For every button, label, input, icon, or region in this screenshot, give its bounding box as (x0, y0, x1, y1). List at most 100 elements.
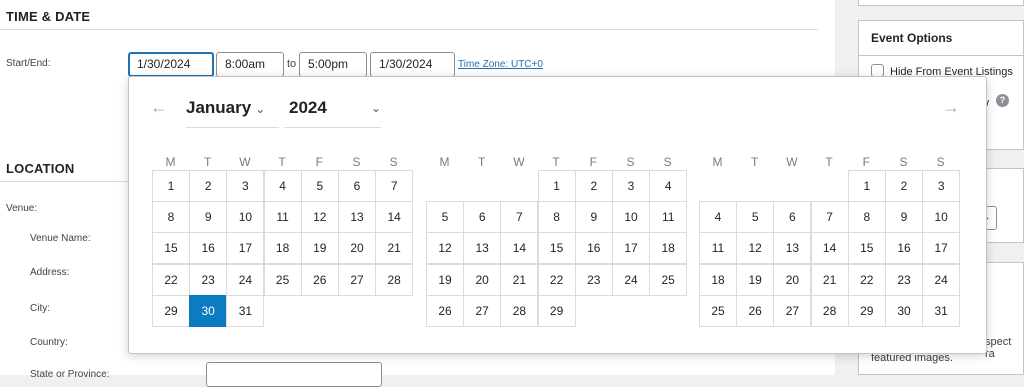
calendar-day[interactable]: 14 (810, 232, 849, 265)
calendar-day[interactable]: 18 (699, 263, 737, 296)
calendar-day[interactable]: 28 (375, 263, 414, 296)
calendar-day[interactable]: 22 (537, 263, 576, 296)
calendar-day[interactable]: 1 (847, 170, 886, 202)
calendar-day[interactable]: 8 (537, 201, 576, 234)
calendar-day[interactable]: 15 (537, 232, 576, 265)
calendar-day[interactable]: 30 (885, 294, 923, 327)
calendar-day[interactable]: 29 (847, 294, 886, 327)
calendar-day[interactable]: 16 (574, 232, 613, 265)
calendar-day[interactable]: 20 (773, 263, 812, 296)
calendar-day[interactable]: 16 (885, 232, 923, 265)
calendar-day[interactable]: 28 (810, 294, 849, 327)
calendar-day[interactable]: 10 (922, 201, 961, 234)
calendar-day[interactable]: 4 (649, 170, 688, 202)
calendar-day[interactable]: 23 (189, 263, 228, 296)
calendar-day[interactable]: 13 (338, 201, 376, 234)
calendar-day[interactable]: 30 (189, 294, 228, 327)
calendar-day[interactable]: 24 (226, 263, 265, 296)
start-date-input[interactable]: 1/30/2024 (128, 52, 214, 77)
calendar-day[interactable]: 8 (152, 201, 190, 234)
calendar-day[interactable]: 21 (500, 263, 539, 296)
calendar-day[interactable]: 14 (375, 201, 414, 234)
calendar-day[interactable]: 17 (922, 232, 961, 265)
calendar-day[interactable]: 26 (300, 263, 339, 296)
calendar-day[interactable]: 16 (189, 232, 228, 265)
calendar-day[interactable]: 10 (612, 201, 650, 234)
calendar-day[interactable]: 21 (375, 232, 414, 265)
calendar-day[interactable]: 27 (463, 294, 502, 327)
calendar-day[interactable]: 23 (885, 263, 923, 296)
start-time-input[interactable]: 8:00am (216, 52, 284, 77)
calendar-day[interactable]: 26 (736, 294, 775, 327)
next-month-button[interactable]: → (942, 97, 960, 118)
calendar-day[interactable]: 31 (922, 294, 961, 327)
year-select[interactable]: 2024 ⌄ (289, 98, 381, 118)
calendar-day[interactable]: 22 (847, 263, 886, 296)
calendar-day[interactable]: 12 (426, 232, 464, 265)
calendar-day[interactable]: 4 (263, 170, 302, 202)
calendar-day[interactable]: 13 (463, 232, 502, 265)
calendar-day[interactable]: 2 (574, 170, 613, 202)
calendar-day[interactable]: 7 (810, 201, 849, 234)
calendar-day[interactable]: 19 (300, 232, 339, 265)
prev-month-button[interactable]: ← (150, 97, 168, 118)
calendar-day[interactable]: 11 (263, 201, 302, 234)
calendar-day[interactable]: 22 (152, 263, 190, 296)
calendar-day[interactable]: 17 (612, 232, 650, 265)
calendar-day[interactable]: 6 (463, 201, 502, 234)
calendar-day[interactable]: 11 (699, 232, 737, 265)
calendar-day[interactable]: 25 (699, 294, 737, 327)
calendar-day[interactable]: 10 (226, 201, 265, 234)
calendar-day[interactable]: 6 (773, 201, 812, 234)
calendar-day[interactable]: 19 (736, 263, 775, 296)
calendar-day[interactable]: 5 (300, 170, 339, 202)
calendar-day[interactable]: 31 (226, 294, 265, 327)
calendar-day[interactable]: 7 (500, 201, 539, 234)
calendar-day[interactable]: 17 (226, 232, 265, 265)
calendar-day[interactable]: 9 (885, 201, 923, 234)
calendar-day[interactable]: 26 (426, 294, 464, 327)
calendar-day[interactable]: 12 (736, 232, 775, 265)
calendar-day[interactable]: 1 (537, 170, 576, 202)
calendar-day[interactable]: 1 (152, 170, 190, 202)
timezone-link[interactable]: Time Zone: UTC+0 (458, 59, 543, 70)
calendar-day[interactable]: 27 (338, 263, 376, 296)
calendar-day[interactable]: 13 (773, 232, 812, 265)
calendar-day[interactable]: 15 (847, 232, 886, 265)
calendar-day[interactable]: 27 (773, 294, 812, 327)
calendar-day[interactable]: 3 (226, 170, 265, 202)
end-date-input[interactable]: 1/30/2024 (370, 52, 455, 77)
calendar-day[interactable]: 18 (263, 232, 302, 265)
calendar-day[interactable]: 2 (189, 170, 228, 202)
calendar-day[interactable]: 8 (847, 201, 886, 234)
calendar-day[interactable]: 3 (922, 170, 961, 202)
calendar-day[interactable]: 14 (500, 232, 539, 265)
calendar-day[interactable]: 20 (463, 263, 502, 296)
calendar-day[interactable]: 25 (263, 263, 302, 296)
month-select[interactable]: January ⌄ (186, 98, 265, 118)
calendar-day[interactable]: 25 (649, 263, 688, 296)
calendar-day[interactable]: 3 (612, 170, 650, 202)
calendar-day[interactable]: 23 (574, 263, 613, 296)
calendar-day[interactable]: 9 (189, 201, 228, 234)
calendar-day[interactable]: 24 (922, 263, 961, 296)
calendar-day[interactable]: 19 (426, 263, 464, 296)
calendar-day[interactable]: 5 (736, 201, 775, 234)
help-icon[interactable]: ? (996, 94, 1009, 107)
calendar-day[interactable]: 4 (699, 201, 737, 234)
calendar-day[interactable]: 29 (537, 294, 576, 327)
calendar-day[interactable]: 11 (649, 201, 688, 234)
calendar-day[interactable]: 24 (612, 263, 650, 296)
calendar-day[interactable]: 7 (375, 170, 414, 202)
calendar-day[interactable]: 21 (810, 263, 849, 296)
calendar-day[interactable]: 28 (500, 294, 539, 327)
calendar-day[interactable]: 15 (152, 232, 190, 265)
calendar-day[interactable]: 12 (300, 201, 339, 234)
calendar-day[interactable]: 2 (885, 170, 923, 202)
calendar-day[interactable]: 20 (338, 232, 376, 265)
calendar-day[interactable]: 6 (338, 170, 376, 202)
calendar-day[interactable]: 9 (574, 201, 613, 234)
calendar-day[interactable]: 5 (426, 201, 464, 234)
calendar-day[interactable]: 29 (152, 294, 190, 327)
end-time-input[interactable]: 5:00pm (299, 52, 367, 77)
